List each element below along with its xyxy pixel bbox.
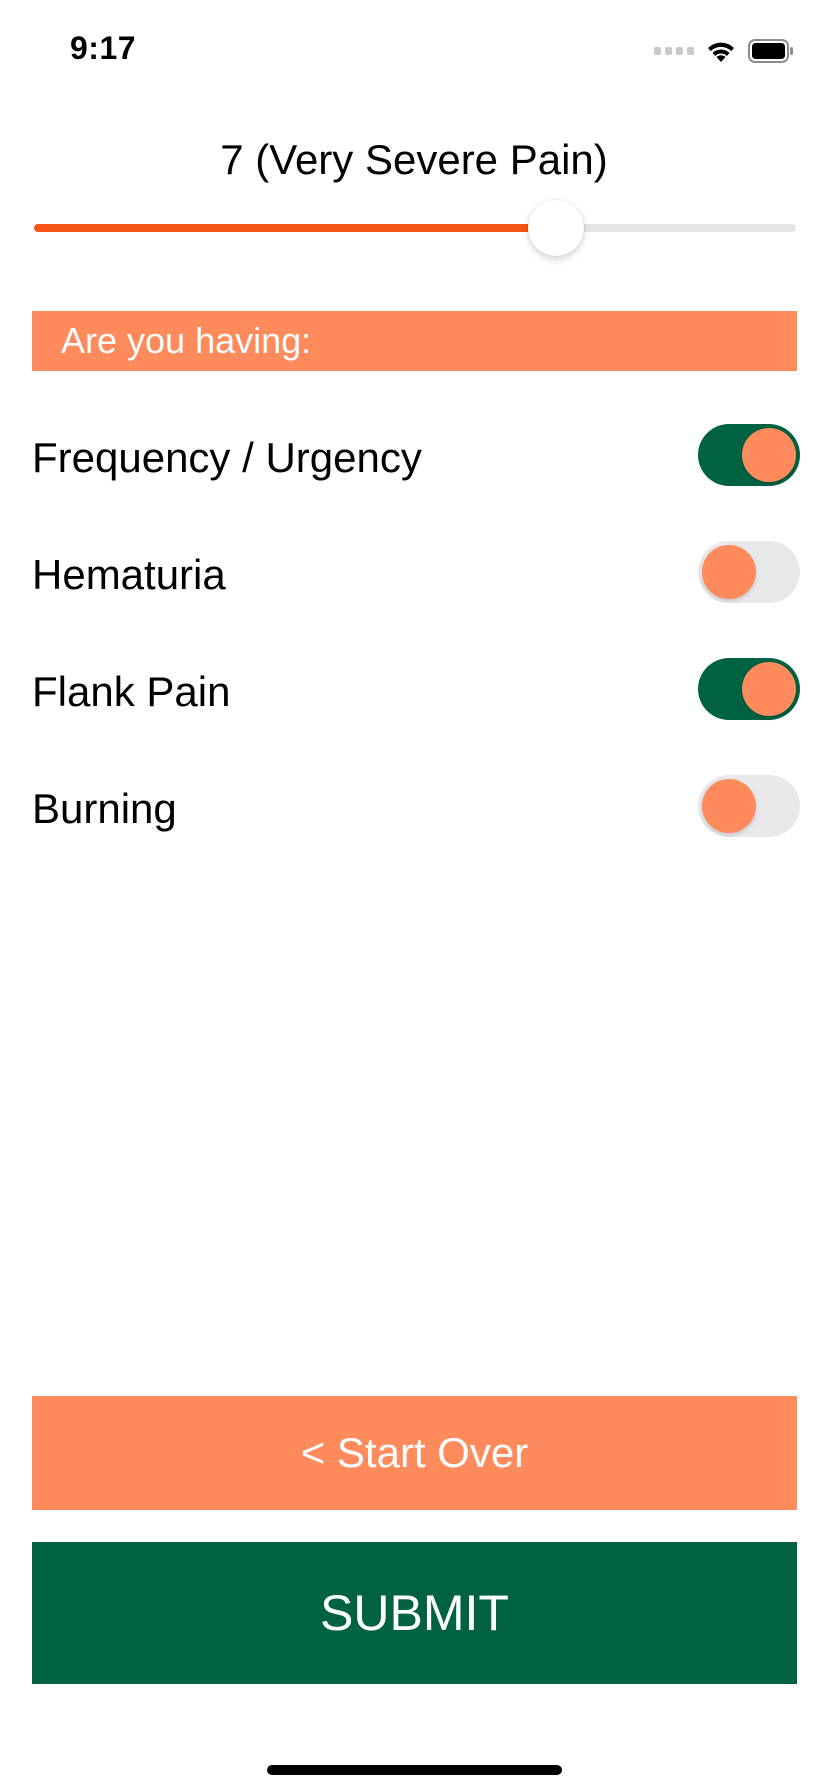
battery-icon [748, 39, 794, 63]
pain-level-slider[interactable] [34, 200, 796, 256]
toggle-knob [742, 662, 796, 716]
slider-fill [34, 224, 557, 232]
symptom-label: Frequency / Urgency [32, 434, 422, 481]
cellular-signal-icon [654, 47, 694, 55]
symptom-label: Burning [32, 785, 177, 832]
status-bar-time: 9:17 [70, 30, 137, 66]
symptom-label: Flank Pain [32, 668, 231, 715]
burning-toggle[interactable] [698, 775, 800, 837]
slider-thumb[interactable] [528, 200, 585, 256]
symptoms-header: Are you having: [32, 311, 797, 371]
symptom-row-hematuria: Hematuria [32, 541, 800, 607]
wifi-icon [706, 39, 736, 63]
symptom-label: Hematuria [32, 551, 226, 598]
frequency-urgency-toggle[interactable] [698, 424, 800, 486]
toggle-knob [702, 779, 756, 833]
flank-pain-toggle[interactable] [698, 658, 800, 720]
status-bar-icons [654, 36, 794, 66]
toggle-knob [702, 545, 756, 599]
hematuria-toggle[interactable] [698, 541, 800, 603]
symptom-row-burning: Burning [32, 775, 800, 841]
pain-level-label: 7 (Very Severe Pain) [220, 136, 608, 183]
symptom-row-frequency-urgency: Frequency / Urgency [32, 424, 800, 490]
home-indicator [267, 1765, 562, 1775]
symptom-row-flank-pain: Flank Pain [32, 658, 800, 724]
start-over-button[interactable]: < Start Over [32, 1396, 797, 1510]
toggle-knob [742, 428, 796, 482]
submit-button[interactable]: SUBMIT [32, 1542, 797, 1684]
